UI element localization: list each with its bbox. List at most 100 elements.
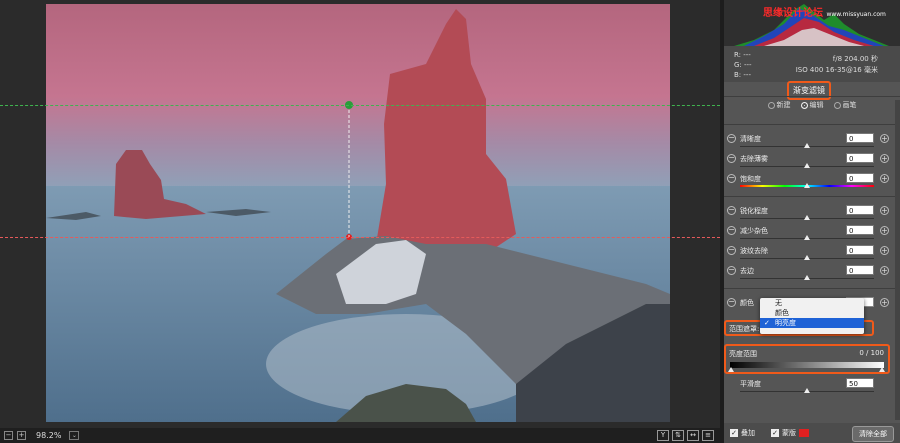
checkbox-checked-icon: ✓	[771, 429, 779, 437]
plus-icon[interactable]: +	[880, 174, 889, 183]
mode-brush[interactable]: 画笔	[833, 100, 857, 110]
mode-edit[interactable]: 编辑	[800, 100, 824, 110]
gradient-start-line[interactable]	[0, 105, 720, 106]
plus-icon[interactable]: +	[880, 298, 889, 307]
plus-icon[interactable]: +	[880, 206, 889, 215]
plus-icon[interactable]: +	[880, 246, 889, 255]
minus-icon[interactable]: −	[727, 154, 736, 163]
slider-label: 饱和度	[740, 175, 761, 183]
gradient-end-line[interactable]	[0, 237, 720, 238]
luminance-range-value: 0 / 100	[859, 349, 884, 357]
slider-saturation: − 饱和度 0 +	[724, 172, 900, 192]
mask-option-none[interactable]: 无	[760, 298, 864, 308]
radio-selected-icon	[800, 101, 808, 109]
minus-icon[interactable]: −	[727, 206, 736, 215]
slider-value-input[interactable]: 0	[846, 153, 874, 163]
slider-smoothness: 平滑度 50	[724, 377, 900, 397]
mask-option-label: 明亮度	[775, 319, 796, 327]
watermark-main: 思缘设计论坛	[763, 8, 823, 19]
radio-icon	[767, 101, 775, 109]
slider-moire-reduction: − 波纹去除 0 +	[724, 244, 900, 264]
slider-value-input[interactable]: 0	[846, 265, 874, 275]
slider-value-input[interactable]: 0	[846, 225, 874, 235]
landscape-photo	[46, 4, 670, 422]
mode-new[interactable]: 新建	[767, 100, 791, 110]
minus-zoom-icon[interactable]: −	[4, 431, 13, 440]
slider-label: 波纹去除	[740, 247, 768, 255]
swap-icon[interactable]: ⇅	[672, 430, 684, 441]
slider-value-input[interactable]: 0	[846, 245, 874, 255]
plus-icon[interactable]: +	[880, 266, 889, 275]
zoom-dropdown-icon[interactable]: ⌄	[69, 431, 80, 440]
plus-icon[interactable]: +	[880, 134, 889, 143]
slider-label: 减少杂色	[740, 227, 768, 235]
separator	[724, 96, 900, 97]
checkmark-icon: ✓	[764, 319, 770, 327]
slider-thumb[interactable]	[804, 255, 810, 260]
copy-settings-icon[interactable]: ↔	[687, 430, 699, 441]
mask-toggle[interactable]: ✓ 蒙版	[771, 428, 809, 438]
g-readout: G: ---	[734, 61, 752, 69]
luminance-range: 亮度范围 0 / 100	[724, 344, 890, 374]
slider-label: 清晰度	[740, 135, 761, 143]
slider-thumb[interactable]	[804, 183, 810, 188]
slider-thumb[interactable]	[804, 235, 810, 240]
minus-icon[interactable]: −	[727, 226, 736, 235]
iso-lens: ISO 400 16-35@16 毫米	[795, 66, 878, 74]
range-mask-label: 范围遮罩:	[729, 325, 760, 333]
overlay-toggle[interactable]: ✓ 叠加	[730, 428, 755, 438]
slider-thumb[interactable]	[804, 143, 810, 148]
slider-sharpness: − 锐化程度 0 +	[724, 204, 900, 224]
mode-selector: 新建 编辑 画笔	[724, 98, 900, 112]
slider-value-input[interactable]: 0	[846, 173, 874, 183]
range-mask-dropdown[interactable]: 无 颜色 ✓ 明亮度	[760, 298, 864, 334]
slider-thumb[interactable]	[804, 388, 810, 393]
minus-icon[interactable]: −	[727, 174, 736, 183]
b-readout: B: ---	[734, 71, 751, 79]
clear-all-button[interactable]: 清除全部	[852, 426, 894, 442]
slider-defringe: − 去边 0 +	[724, 264, 900, 284]
slider-dehaze: − 去除薄雾 0 +	[724, 152, 900, 172]
separator	[724, 196, 900, 197]
radio-icon	[833, 101, 841, 109]
status-bar: − + 98.2% ⌄ Y ⇅ ↔ ≡	[0, 428, 720, 443]
image-info: R: --- G: --- B: --- f/8 204.00 秒 ISO 40…	[724, 46, 900, 82]
slider-label: 平滑度	[740, 380, 761, 388]
minus-icon[interactable]: −	[727, 298, 736, 307]
before-after-icon[interactable]: Y	[657, 430, 669, 441]
minus-icon[interactable]: −	[727, 246, 736, 255]
panel-scrollbar[interactable]	[895, 100, 900, 420]
minus-icon[interactable]: −	[727, 134, 736, 143]
checkbox-checked-icon: ✓	[730, 429, 738, 437]
mask-color-swatch[interactable]	[799, 429, 809, 437]
panel-footer: ✓ 叠加 ✓ 蒙版 清除全部	[724, 423, 900, 443]
slider-clarity: − 清晰度 0 +	[724, 132, 900, 152]
watermark-sub: www.missyuan.com	[826, 11, 886, 18]
slider-value-input[interactable]: 0	[846, 133, 874, 143]
slider-value-input[interactable]: 0	[846, 205, 874, 215]
luminance-range-label: 亮度范围	[729, 350, 757, 358]
mask-option-color[interactable]: 颜色	[760, 308, 864, 318]
minus-icon[interactable]: −	[727, 266, 736, 275]
toggle-settings-icon[interactable]: ≡	[702, 430, 714, 441]
slider-label: 锐化程度	[740, 207, 768, 215]
plus-zoom-icon[interactable]: +	[17, 431, 26, 440]
slider-thumb[interactable]	[804, 215, 810, 220]
slider-thumb[interactable]	[804, 163, 810, 168]
slider-thumb[interactable]	[804, 275, 810, 280]
watermark: 思缘设计论坛 www.missyuan.com	[763, 4, 886, 19]
range-low-thumb[interactable]	[728, 367, 734, 372]
slider-value-input[interactable]: 50	[846, 378, 874, 388]
luminance-range-track[interactable]	[730, 362, 884, 368]
slider-label: 去除薄雾	[740, 155, 768, 163]
image-canvas[interactable]	[0, 0, 720, 428]
mask-option-luminance[interactable]: ✓ 明亮度	[760, 318, 864, 328]
plus-icon[interactable]: +	[880, 226, 889, 235]
zoom-level: 98.2%	[36, 431, 62, 440]
slider-label: 去边	[740, 267, 754, 275]
plus-icon[interactable]: +	[880, 154, 889, 163]
aperture-shutter: f/8 204.00 秒	[832, 55, 878, 63]
range-high-thumb[interactable]	[879, 367, 885, 372]
slider-noise-reduction: − 减少杂色 0 +	[724, 224, 900, 244]
separator	[724, 288, 900, 289]
